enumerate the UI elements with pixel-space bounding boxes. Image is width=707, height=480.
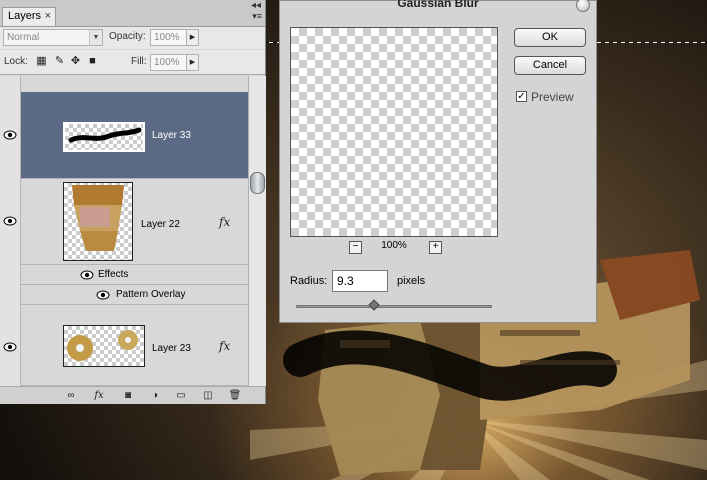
opacity-slider-button[interactable]: ▶ (186, 29, 199, 46)
effect-name: Pattern Overlay (116, 289, 186, 300)
blend-mode-value: Normal (7, 32, 40, 43)
eye-icon[interactable] (2, 128, 18, 142)
zoom-in-button[interactable]: + (429, 241, 442, 254)
opacity-field[interactable]: 100% (150, 29, 188, 46)
layer-row-23[interactable]: Layer 23 fx (21, 305, 248, 386)
dialog-title: Gaussian Blur (397, 0, 479, 10)
folder-icon[interactable]: ▭ (174, 389, 188, 402)
tab-layers-label: Layers (8, 10, 42, 22)
lock-label: Lock: (4, 56, 28, 67)
scrollbar-thumb[interactable] (250, 172, 265, 194)
lock-fill-row: Lock: ▦ ✎ ✥ ■ Fill: 100% ▶ (0, 50, 265, 75)
layer-name: Layer 22 (141, 219, 180, 230)
fx-icon[interactable]: fx (92, 389, 106, 402)
eye-icon[interactable] (2, 340, 18, 354)
panel-menu-icon[interactable]: ▾≡ (252, 12, 262, 21)
fill-field[interactable]: 100% (150, 54, 188, 71)
fill-slider-button[interactable]: ▶ (186, 54, 199, 71)
eye-icon[interactable] (2, 214, 18, 228)
lock-transparent-icon[interactable]: ▦ (36, 56, 47, 67)
brush-stroke-thumbnail (68, 127, 142, 143)
filter-preview[interactable] (290, 27, 498, 237)
opacity-label: Opacity: (109, 31, 146, 42)
blend-mode-select[interactable]: Normal ▼ (3, 29, 103, 46)
ring-thumbnail (67, 330, 138, 361)
panel-collapse-icon[interactable]: ◂◂ (251, 0, 261, 11)
layer-row-33[interactable]: Layer 33 (21, 92, 248, 179)
panel-bottom-toolbar: ∞ fx ◙ ◑ ▭ ◫ 🗑 (0, 386, 265, 404)
radius-slider-track[interactable] (296, 305, 492, 308)
layer-name: Layer 33 (152, 130, 191, 141)
lock-all-icon[interactable]: ■ (87, 56, 98, 67)
cancel-button[interactable]: Cancel (514, 56, 586, 75)
preview-label: Preview (531, 90, 574, 104)
new-layer-icon[interactable]: ◫ (201, 389, 215, 402)
radius-slider-thumb[interactable] (368, 299, 381, 311)
layer-row-22[interactable]: Layer 22 fx (21, 179, 248, 265)
visibility-column (0, 76, 21, 386)
preview-checkbox[interactable]: ✓ (516, 91, 527, 102)
radius-label: Radius: (290, 275, 328, 287)
blend-opacity-row: Normal ▼ Opacity: 100% ▶ (0, 27, 265, 49)
fx-icon[interactable]: fx (219, 215, 230, 229)
layer-name: Layer 23 (152, 343, 191, 354)
chevron-down-icon: ▼ (89, 30, 102, 45)
fx-icon[interactable]: fx (219, 339, 230, 353)
fill-label: Fill: (131, 56, 147, 67)
layer-thumbnail (63, 182, 133, 261)
layer-thumbnail (63, 122, 145, 152)
lock-position-icon[interactable]: ✥ (70, 56, 81, 67)
effects-label: Effects (98, 269, 129, 280)
gaussian-blur-dialog: Gaussian Blur − 100% + OK Cancel ✓ Previ… (279, 0, 597, 323)
eye-icon[interactable] (95, 288, 111, 302)
panel-tab-bar: Layers × ◂◂ ▾≡ (0, 0, 265, 27)
effects-row[interactable]: Effects (21, 265, 248, 285)
mask-icon[interactable]: ◙ (121, 389, 135, 402)
link-icon[interactable]: ∞ (64, 389, 78, 402)
radius-input[interactable]: 9.3 (332, 270, 388, 292)
trash-icon[interactable]: 🗑 (228, 389, 242, 402)
texture-thumbnail (72, 185, 124, 251)
layer-list-scrollbar[interactable] (248, 76, 266, 386)
effect-row-pattern-overlay[interactable]: Pattern Overlay (21, 285, 248, 305)
tab-layers[interactable]: Layers × (2, 7, 56, 26)
lock-brush-icon[interactable]: ✎ (54, 56, 65, 67)
eye-icon[interactable] (79, 268, 95, 282)
layer-thumbnail (63, 325, 145, 367)
zoom-level: 100% (381, 240, 407, 251)
layers-panel: Layers × ◂◂ ▾≡ Normal ▼ Opacity: 100% ▶ … (0, 0, 266, 404)
tab-close-icon[interactable]: × (45, 8, 51, 25)
ok-button[interactable]: OK (514, 28, 586, 47)
radius-unit: pixels (397, 275, 426, 287)
zoom-out-button[interactable]: − (349, 241, 362, 254)
layer-list: Layer 33 Layer 22 fx Effects Pattern Ove… (0, 76, 248, 386)
adjustment-icon[interactable]: ◑ (148, 389, 162, 402)
